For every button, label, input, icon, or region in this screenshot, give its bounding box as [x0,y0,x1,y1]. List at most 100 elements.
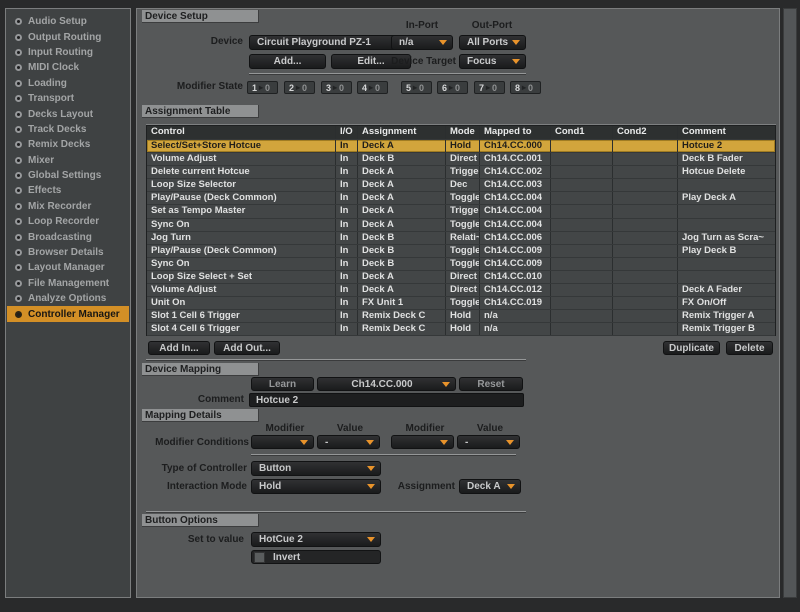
table-row[interactable]: Jog TurnInDeck BRelati~Ch14.CC.006Jog Tu… [147,232,775,245]
sidebar-item-file-management[interactable]: File Management [7,276,129,291]
sidebar-item-mix-recorder[interactable]: Mix Recorder [7,199,129,214]
scrollbar[interactable] [783,8,797,598]
modifier-number: 3 [322,83,331,93]
mapped-value-dropdown[interactable]: Ch14.CC.000 [317,377,456,391]
column-header[interactable]: Comment [678,126,777,139]
sidebar-item-controller-manager[interactable]: Controller Manager [7,306,129,321]
table-cell: In [336,192,358,204]
modifier-state-7[interactable]: 7▸0 [474,81,505,94]
table-cell: In [336,245,358,257]
table-cell: Ch14.CC.010 [480,271,551,283]
in-port-dropdown[interactable]: n/a [391,35,453,50]
table-cell: In [336,140,358,152]
sidebar-item-global-settings[interactable]: Global Settings [7,168,129,183]
table-cell: Play/Pause (Deck Common) [147,245,336,257]
table-row[interactable]: Slot 4 Cell 6 TriggerInRemix Deck CHoldn… [147,323,775,336]
column-header[interactable]: Cond2 [613,126,678,139]
table-row[interactable]: Volume AdjustInDeck ADirectCh14.CC.012De… [147,284,775,297]
modifier-state-label: Modifier State [147,80,243,94]
modifier-value: 0 [419,83,424,93]
checkbox-box[interactable] [254,552,265,563]
sidebar-item-label: Remix Decks [28,139,90,150]
comment-input[interactable]: Hotcue 2 [249,393,524,407]
add-in-button[interactable]: Add In... [148,341,210,355]
modifier-state-6[interactable]: 6▸0 [437,81,468,94]
sidebar-item-input-routing[interactable]: Input Routing [7,45,129,60]
duplicate-button[interactable]: Duplicate [663,341,720,355]
type-of-controller-dropdown[interactable]: Button [251,461,381,476]
table-cell: Play Deck B [678,245,777,257]
table-row[interactable]: Select/Set+Store HotcueInDeck AHoldCh14.… [147,140,775,153]
sidebar-item-remix-decks[interactable]: Remix Decks [7,137,129,152]
radio-bullet-icon [15,295,22,302]
comment-label: Comment [148,393,244,407]
radio-bullet-icon [15,126,22,133]
modifier-state-8[interactable]: 8▸0 [510,81,541,94]
sidebar-item-label: Decks Layout [28,109,93,120]
sidebar-item-decks-layout[interactable]: Decks Layout [7,106,129,121]
device-dropdown[interactable]: Circuit Playground PZ-1 [249,35,411,50]
sidebar-item-effects[interactable]: Effects [7,183,129,198]
condition-value-dropdown[interactable]: - [457,435,520,449]
sidebar-item-output-routing[interactable]: Output Routing [7,29,129,44]
table-cell [613,232,678,244]
table-row[interactable]: Play/Pause (Deck Common)InDeck AToggleCh… [147,192,775,205]
modifier-state-3[interactable]: 3▸0 [321,81,352,94]
sidebar-item-mixer[interactable]: Mixer [7,153,129,168]
sidebar-item-layout-manager[interactable]: Layout Manager [7,260,129,275]
column-header[interactable]: Cond1 [551,126,613,139]
assignment-dropdown[interactable]: Deck A [459,479,521,494]
modifier-state-5[interactable]: 5▸0 [401,81,432,94]
column-header[interactable]: I/O [336,126,358,139]
out-port-dropdown[interactable]: All Ports [459,35,526,50]
learn-button[interactable]: Learn [251,377,314,391]
sidebar-item-loading[interactable]: Loading [7,76,129,91]
table-row[interactable]: Unit OnInFX Unit 1ToggleCh14.CC.019FX On… [147,297,775,310]
column-header[interactable]: Mode [446,126,480,139]
assignment-table[interactable]: ControlI/OAssignmentModeMapped toCond1Co… [146,125,776,336]
table-cell: Trigger [446,205,480,217]
modifier-state-2[interactable]: 2▸0 [284,81,315,94]
sidebar-item-transport[interactable]: Transport [7,91,129,106]
modifier-state-1[interactable]: 1▸0 [247,81,278,94]
reset-button[interactable]: Reset [459,377,523,391]
device-target-dropdown[interactable]: Focus [459,54,526,69]
column-header[interactable]: Control [147,126,336,139]
table-row[interactable]: Loop Size Select + SetInDeck ADirectCh14… [147,271,775,284]
column-header[interactable]: Mapped to [480,126,551,139]
sidebar-item-analyze-options[interactable]: Analyze Options [7,291,129,306]
set-to-value-dropdown[interactable]: HotCue 2 [251,532,381,547]
dropdown-value: - [325,437,328,448]
table-row[interactable]: Volume AdjustInDeck BDirectCh14.CC.001De… [147,153,775,166]
table-row[interactable]: Delete current HotcueInDeck ATriggerCh14… [147,166,775,179]
add-out-button[interactable]: Add Out... [214,341,280,355]
sidebar-item-broadcasting[interactable]: Broadcasting [7,229,129,244]
sidebar-item-track-decks[interactable]: Track Decks [7,122,129,137]
table-cell: Set as Tempo Master [147,205,336,217]
table-row[interactable]: Slot 1 Cell 6 TriggerInRemix Deck CHoldn… [147,310,775,323]
column-header[interactable]: Assignment [358,126,446,139]
table-row[interactable]: Set as Tempo MasterInDeck ATriggerCh14.C… [147,205,775,218]
condition-modifier-dropdown[interactable] [391,435,454,449]
table-row[interactable]: Play/Pause (Deck Common)InDeck BToggleCh… [147,245,775,258]
sidebar-item-label: Browser Details [28,247,104,258]
table-row[interactable]: Sync OnInDeck BToggleCh14.CC.009 [147,258,775,271]
preferences-sidebar: Audio SetupOutput RoutingInput RoutingMI… [5,8,131,598]
type-of-controller-label: Type of Controller [147,462,247,476]
assignment-table-header: Assignment Table [142,105,259,118]
invert-checkbox[interactable]: Invert [251,550,381,564]
table-row[interactable]: Sync OnInDeck AToggleCh14.CC.004 [147,219,775,232]
sidebar-item-browser-details[interactable]: Browser Details [7,245,129,260]
condition-modifier-dropdown[interactable] [251,435,314,449]
condition-value-dropdown[interactable]: - [317,435,380,449]
add-device-button[interactable]: Add... [249,54,326,69]
table-cell: Delete current Hotcue [147,166,336,178]
arrow-icon: ▸ [367,83,375,92]
sidebar-item-audio-setup[interactable]: Audio Setup [7,14,129,29]
table-cell [678,219,777,231]
modifier-state-4[interactable]: 4▸0 [357,81,388,94]
delete-button[interactable]: Delete [726,341,773,355]
sidebar-item-midi-clock[interactable]: MIDI Clock [7,60,129,75]
table-row[interactable]: Loop Size SelectorInDeck ADecCh14.CC.003 [147,179,775,192]
sidebar-item-loop-recorder[interactable]: Loop Recorder [7,214,129,229]
